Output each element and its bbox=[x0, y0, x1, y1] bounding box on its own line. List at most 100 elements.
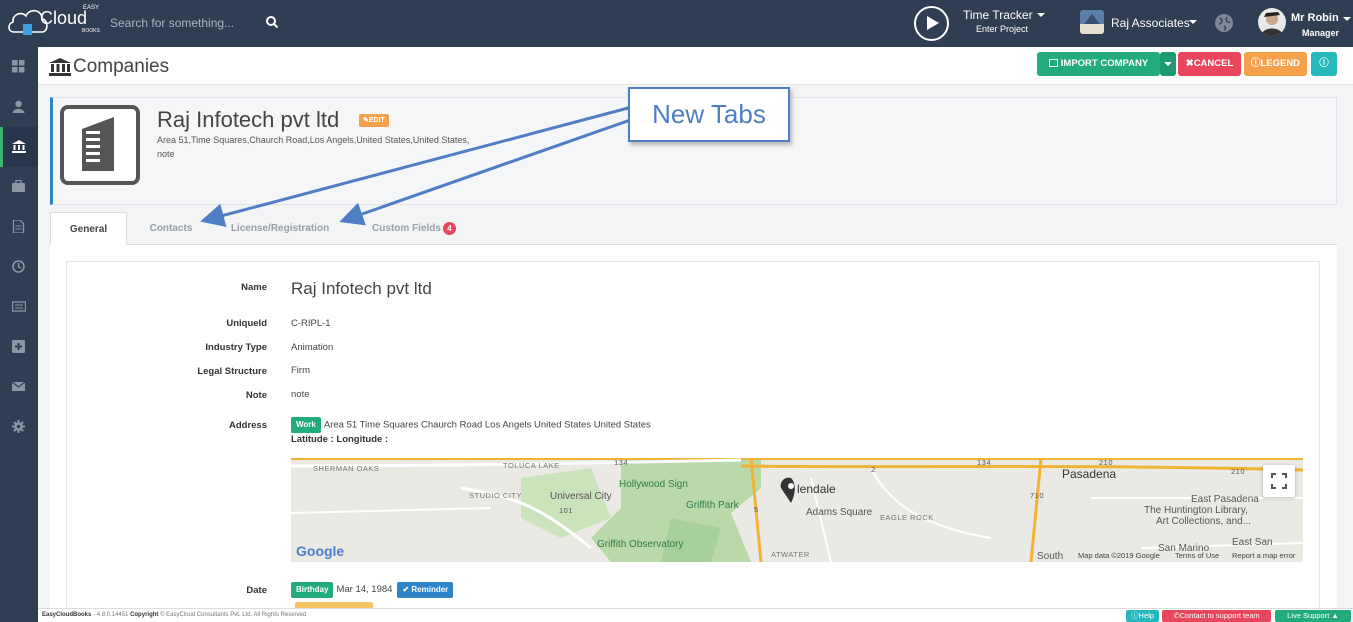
enter-project-link[interactable]: Enter Project bbox=[976, 24, 1028, 34]
sidebar-item-dashboard[interactable] bbox=[0, 47, 38, 87]
map-label: lendale bbox=[797, 482, 836, 496]
road-shield: 5 bbox=[754, 505, 759, 514]
industry-type-label: Industry Type bbox=[205, 342, 267, 353]
gear-icon bbox=[12, 420, 25, 433]
address-label: Address bbox=[228, 420, 267, 431]
name-value: Raj Infotech pvt ltd bbox=[291, 279, 432, 298]
road-shield: 210 bbox=[1231, 467, 1246, 476]
organization-logo[interactable] bbox=[1080, 10, 1104, 34]
reminder-button[interactable]: ✔ Reminder bbox=[397, 582, 454, 598]
note-label: Note bbox=[245, 390, 267, 401]
play-timer-button[interactable] bbox=[914, 6, 949, 41]
chevron-down-icon[interactable] bbox=[1189, 20, 1197, 24]
map-label: Hollywood Sign bbox=[619, 479, 688, 490]
tab-custom-fields-label: Custom Fields bbox=[372, 223, 441, 234]
map-label: Universal City bbox=[550, 491, 612, 502]
annotation-callout: New Tabs bbox=[628, 87, 790, 142]
play-icon bbox=[927, 16, 939, 30]
footer-copyright: EasyCloudBooks - 4.8.0.14451 Copyright ©… bbox=[42, 612, 306, 618]
info-button[interactable]: ⓘ bbox=[1311, 52, 1337, 76]
work-badge: Work bbox=[291, 417, 321, 433]
legend-button[interactable]: ⓘLEGEND bbox=[1244, 52, 1307, 76]
live-support-button[interactable]: Live Support ▲ bbox=[1275, 610, 1351, 622]
dashboard-icon bbox=[12, 60, 25, 73]
map-label: Art Collections, and... bbox=[1156, 516, 1252, 527]
map-label: ATWATER bbox=[771, 550, 810, 559]
map-report-link[interactable]: Report a map error bbox=[1232, 551, 1295, 560]
import-company-button[interactable]: IMPORT COMPANY bbox=[1037, 52, 1160, 76]
edit-button[interactable]: ✎EDIT bbox=[359, 114, 389, 127]
footer-copyright-text: © EasyCloud Consultants Pvt. Ltd. All Ri… bbox=[158, 612, 307, 618]
import-company-label: IMPORT COMPANY bbox=[1060, 58, 1149, 69]
footer-version: - 4.8.0.14451 bbox=[91, 612, 131, 618]
bank-icon bbox=[12, 140, 26, 153]
map-label: Adams Square bbox=[806, 507, 873, 518]
user-role: Manager bbox=[1302, 28, 1340, 38]
sidebar-item-users[interactable] bbox=[0, 87, 38, 127]
globe-icon[interactable] bbox=[1215, 14, 1233, 32]
contact-support-button[interactable]: ✆Contact to support team bbox=[1162, 610, 1271, 622]
lat-long-label: Latitude : Longitude : bbox=[291, 434, 389, 445]
sidebar-item-projects[interactable] bbox=[0, 167, 38, 207]
map-label: East Pasadena bbox=[1191, 494, 1259, 505]
map-terms-link[interactable]: Terms of Use bbox=[1175, 551, 1219, 560]
sidebar-item-cards[interactable] bbox=[0, 287, 38, 327]
sidebar-item-mail[interactable] bbox=[0, 367, 38, 407]
map-label: East San bbox=[1232, 537, 1273, 548]
sidebar-item-documents[interactable] bbox=[0, 207, 38, 247]
organization-switcher[interactable]: Raj Associates bbox=[1111, 16, 1190, 30]
fullscreen-icon bbox=[1271, 473, 1287, 489]
address-value-row: Work Area 51 Time Squares Chaurch Road Lo… bbox=[291, 417, 651, 433]
map-label: TOLUCA LAKE bbox=[503, 461, 560, 470]
map-label: South bbox=[1037, 551, 1064, 562]
chevron-down-icon[interactable] bbox=[1037, 13, 1045, 17]
google-logo: Google bbox=[296, 543, 345, 559]
help-label: Help bbox=[1138, 611, 1154, 620]
search-icon[interactable] bbox=[265, 15, 279, 29]
date-value-row: Birthday Mar 14, 1984 ✔ Reminder bbox=[291, 582, 454, 598]
map-data-attribution: Map data ©2019 Google bbox=[1078, 551, 1160, 560]
edit-label: EDIT bbox=[368, 117, 385, 124]
address-value: Area 51 Time Squares Chaurch Road Los An… bbox=[323, 419, 651, 431]
plus-square-icon bbox=[12, 340, 25, 353]
help-button[interactable]: ⓘHelp bbox=[1126, 610, 1159, 622]
sidebar-item-add[interactable] bbox=[0, 327, 38, 367]
chevron-down-icon bbox=[1164, 62, 1172, 66]
tab-custom-fields[interactable]: Custom Fields 4 bbox=[366, 212, 462, 245]
legend-label: LEGEND bbox=[1260, 58, 1301, 69]
footer-copyright-label: Copyright bbox=[130, 612, 159, 618]
map-label: STUDIO CITY bbox=[469, 491, 523, 500]
uniqueid-value: C-RIPL-1 bbox=[291, 318, 331, 329]
briefcase-icon bbox=[12, 180, 25, 192]
sidebar-item-settings[interactable] bbox=[0, 407, 38, 447]
legal-structure-label: Legal Structure bbox=[197, 366, 267, 377]
industry-type-value: Animation bbox=[291, 342, 334, 353]
sidebar-item-companies[interactable] bbox=[0, 127, 38, 167]
uniqueid-label: UniqueId bbox=[226, 318, 267, 329]
cancel-button[interactable]: ✖CANCEL bbox=[1178, 52, 1241, 76]
location-map[interactable]: SHERMAN OAKS TOLUCA LAKE STUDIO CITY Uni… bbox=[291, 458, 1303, 562]
avatar[interactable] bbox=[1258, 8, 1286, 36]
page-footer: EasyCloudBooks - 4.8.0.14451 Copyright ©… bbox=[38, 608, 1353, 622]
sidebar-item-timesheet[interactable] bbox=[0, 247, 38, 287]
user-name[interactable]: Mr Robin bbox=[1291, 12, 1339, 24]
document-icon bbox=[12, 220, 25, 233]
close-icon: ✖ bbox=[1185, 58, 1194, 69]
road-shield: 101 bbox=[559, 506, 574, 515]
map-label: Pasadena bbox=[1062, 467, 1117, 481]
legal-structure-value: Firm bbox=[291, 365, 310, 376]
name-label: Name bbox=[241, 282, 267, 293]
map-label: The Huntington Library, bbox=[1144, 505, 1248, 516]
time-tracker-label[interactable]: Time Tracker bbox=[963, 8, 1033, 22]
date-value: Mar 14, 1984 bbox=[336, 584, 393, 595]
road-shield: 710 bbox=[1030, 491, 1045, 500]
import-dropdown-toggle[interactable] bbox=[1160, 52, 1176, 76]
map-fullscreen-button[interactable] bbox=[1263, 465, 1295, 497]
contact-label: Contact to support team bbox=[1179, 611, 1260, 620]
table-icon bbox=[1048, 59, 1058, 67]
chevron-down-icon[interactable] bbox=[1343, 17, 1351, 21]
help-icon: ⓘ bbox=[1131, 611, 1139, 620]
sidebar bbox=[0, 47, 38, 622]
count-badge: 4 bbox=[442, 221, 456, 235]
road-shield: 2 bbox=[871, 465, 876, 474]
